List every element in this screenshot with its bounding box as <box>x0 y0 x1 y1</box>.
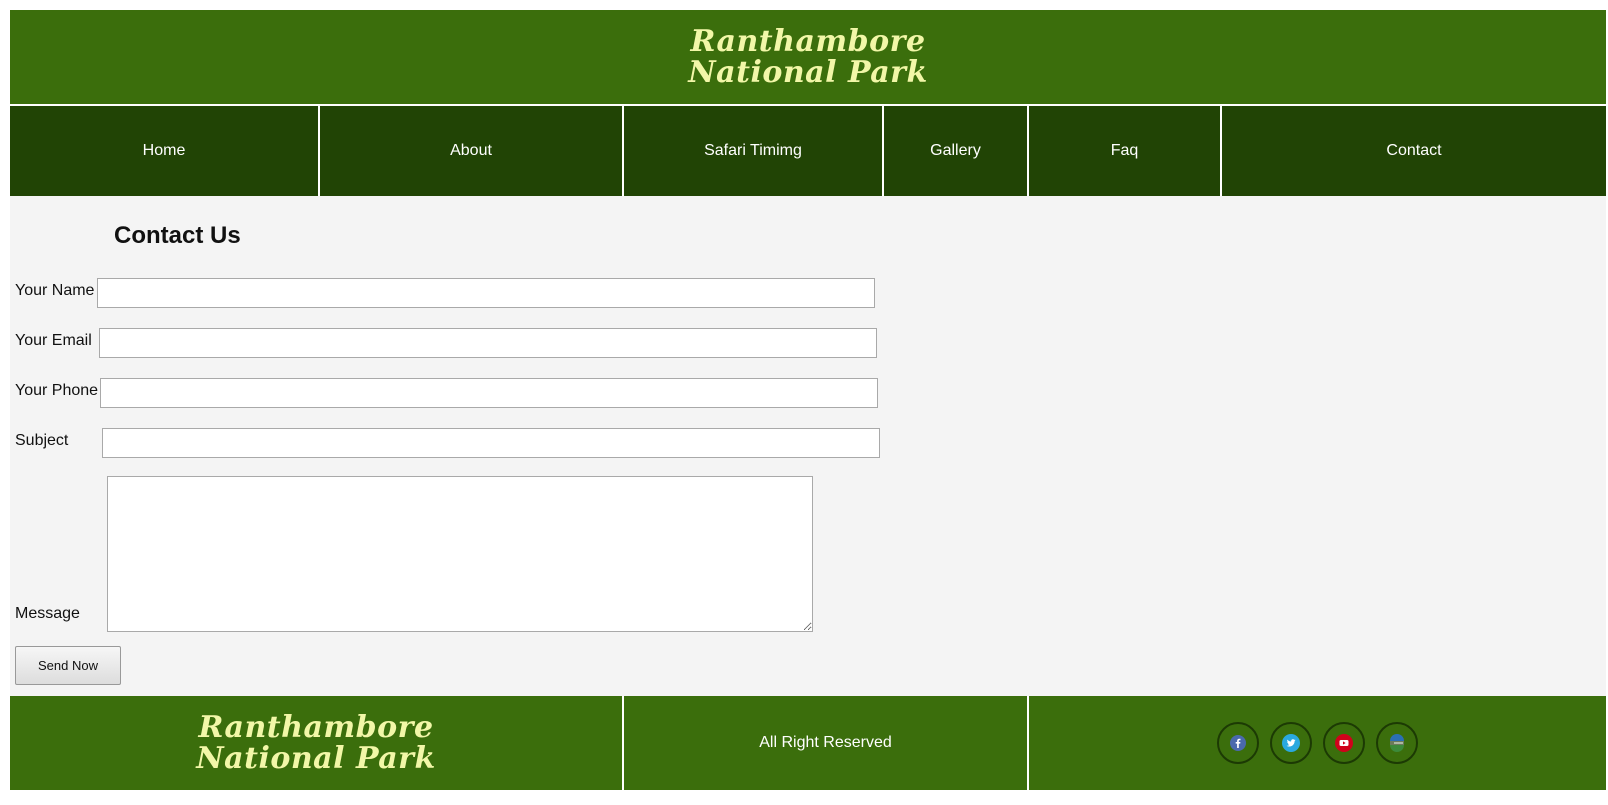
footer-logo-cell: Ranthambore National Park <box>10 696 624 790</box>
email-icon <box>1390 734 1404 752</box>
social-links <box>1217 722 1418 764</box>
email-field[interactable] <box>99 328 877 358</box>
message-field[interactable] <box>107 476 813 632</box>
name-label: Your Name <box>15 282 95 299</box>
footer-logo-line-1: Ranthambore <box>198 710 434 745</box>
page: Ranthambore National Park Home About Saf… <box>10 10 1606 790</box>
nav-item-home[interactable]: Home <box>10 106 320 196</box>
message-label: Message <box>15 605 80 622</box>
footer-logo-line-2: National Park <box>196 741 436 776</box>
email-button[interactable] <box>1376 722 1418 764</box>
contact-section: Contact Us Your Name Your Email Your Pho… <box>10 196 1606 696</box>
site-header: Ranthambore National Park <box>10 10 1606 104</box>
main-nav: Home About Safari Timimg Gallery Faq Con… <box>10 104 1606 196</box>
nav-item-safari-timing[interactable]: Safari Timimg <box>624 106 884 196</box>
phone-field[interactable] <box>100 378 878 408</box>
facebook-icon <box>1230 735 1246 751</box>
subject-label: Subject <box>15 432 69 449</box>
youtube-button[interactable] <box>1323 722 1365 764</box>
twitter-icon <box>1282 734 1300 752</box>
footer-logo[interactable]: Ranthambore National Park <box>196 712 436 774</box>
nav-item-faq[interactable]: Faq <box>1029 106 1222 196</box>
site-logo[interactable]: Ranthambore National Park <box>688 26 928 88</box>
twitter-button[interactable] <box>1270 722 1312 764</box>
copyright-text: All Right Reserved <box>759 734 892 751</box>
phone-label: Your Phone <box>15 382 99 399</box>
footer-copyright-cell: All Right Reserved <box>624 696 1029 790</box>
nav-item-gallery[interactable]: Gallery <box>884 106 1029 196</box>
facebook-button[interactable] <box>1217 722 1259 764</box>
youtube-icon <box>1335 734 1353 752</box>
logo-line-1: Ranthambore <box>690 24 926 59</box>
email-label: Your Email <box>15 332 92 349</box>
nav-item-about[interactable]: About <box>320 106 624 196</box>
site-footer: Ranthambore National Park All Right Rese… <box>10 696 1606 790</box>
send-now-button[interactable]: Send Now <box>15 646 121 685</box>
name-field[interactable] <box>97 278 875 308</box>
nav-item-contact[interactable]: Contact <box>1222 106 1606 196</box>
logo-line-2: National Park <box>688 55 928 90</box>
page-title: Contact Us <box>114 222 241 249</box>
subject-field[interactable] <box>102 428 880 458</box>
footer-social-cell <box>1029 696 1606 790</box>
